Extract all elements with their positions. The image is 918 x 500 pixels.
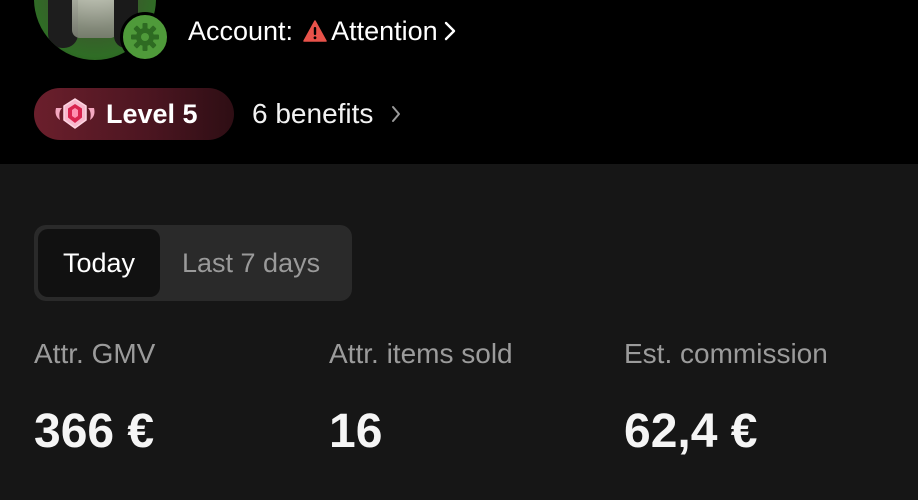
- metric-commission: Est. commission 62,4 €: [624, 334, 828, 460]
- level-badge-icon: [55, 98, 95, 129]
- metric-value: 366 €: [34, 405, 155, 458]
- account-status-text: Attention: [331, 15, 438, 46]
- metric-gmv: Attr. GMV 366 €: [34, 334, 155, 460]
- account-status: Attention: [303, 16, 456, 47]
- account-status-link[interactable]: Account: Attention: [188, 13, 456, 49]
- gear-icon: [131, 23, 159, 51]
- account-label: Account:: [188, 15, 294, 46]
- level-badge[interactable]: Level 5: [34, 88, 234, 140]
- chevron-right-icon: [391, 105, 401, 123]
- profile-header: Account: Attention Level 5 6 benefits: [0, 0, 918, 164]
- metric-value: 16: [329, 405, 383, 458]
- warning-icon: [303, 20, 327, 42]
- level-label: Level 5: [106, 98, 198, 129]
- metric-label: Attr. items sold: [329, 338, 513, 369]
- metric-label: Attr. GMV: [34, 338, 156, 369]
- metric-label: Est. commission: [624, 338, 828, 369]
- benefits-link[interactable]: 6 benefits: [252, 98, 401, 130]
- settings-button[interactable]: [120, 12, 170, 62]
- chevron-right-icon: [444, 21, 456, 41]
- benefits-label: 6 benefits: [252, 98, 374, 129]
- tab-last-7-days[interactable]: Last 7 days: [160, 229, 320, 297]
- tab-today[interactable]: Today: [38, 229, 160, 297]
- period-tabs: Today Last 7 days: [34, 225, 352, 301]
- metric-items-sold: Attr. items sold 16: [329, 334, 513, 460]
- avatar-figure: [72, 0, 118, 38]
- level-row: Level 5 6 benefits: [34, 88, 401, 140]
- metric-value: 62,4 €: [624, 405, 758, 458]
